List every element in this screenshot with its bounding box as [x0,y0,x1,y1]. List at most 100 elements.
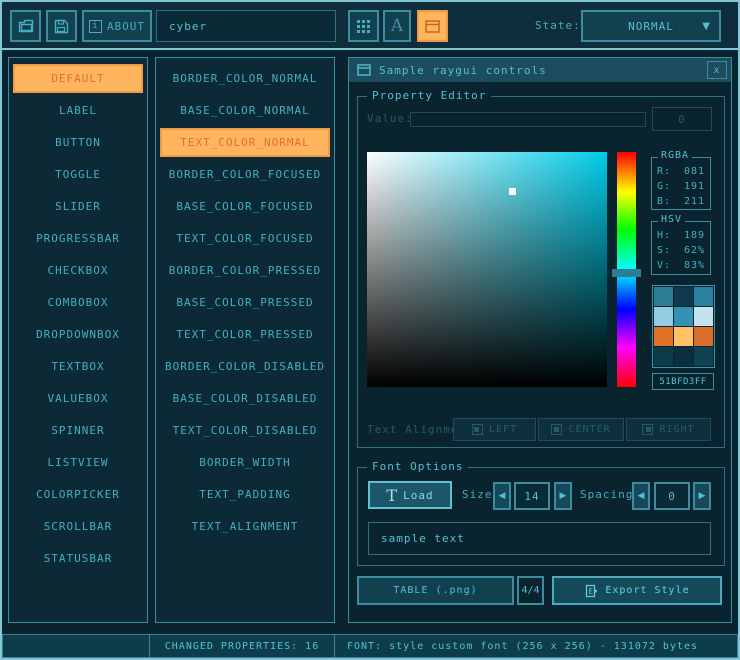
palette-swatch[interactable] [654,307,673,326]
property-item-text-alignment[interactable]: TEXT_ALIGNMENT [160,512,330,541]
color-picker-panel[interactable] [367,152,607,387]
size-decrease-button[interactable]: ◀ [493,482,511,510]
property-item-text-color-pressed[interactable]: TEXT_COLOR_PRESSED [160,320,330,349]
align-left-button[interactable]: LEFT [453,418,536,441]
val-value: 83% [684,260,705,271]
control-item-colorpicker[interactable]: COLORPICKER [13,480,143,509]
spacing-value-box[interactable]: 0 [654,482,690,510]
close-icon[interactable]: x [707,61,727,79]
window-title: Sample raygui controls [379,64,547,77]
property-item-text-padding[interactable]: TEXT_PADDING [160,480,330,509]
control-item-toggle[interactable]: TOGGLE [13,160,143,189]
align-center-icon [551,424,562,435]
control-item-valuebox[interactable]: VALUEBOX [13,384,143,413]
spacing-decrease-button[interactable]: ◀ [632,482,650,510]
control-item-slider[interactable]: SLIDER [13,192,143,221]
svg-text:E: E [589,586,595,595]
page-counter[interactable]: 4/4 [517,576,544,605]
blue-label: B: [657,196,671,207]
window-titlebar[interactable]: Sample raygui controls x [349,58,731,82]
palette-swatch[interactable] [654,347,673,366]
about-button-label: ABOUT [107,20,145,33]
control-item-listview[interactable]: LISTVIEW [13,448,143,477]
property-item-base-color-focused[interactable]: BASE_COLOR_FOCUSED [160,192,330,221]
arrow-right-icon: ▶ [560,491,567,501]
about-button[interactable]: i ABOUT [82,10,152,42]
value-button[interactable]: 0 [652,107,712,131]
control-item-progressbar[interactable]: PROGRESSBAR [13,224,143,253]
control-item-spinner[interactable]: SPINNER [13,416,143,445]
state-label: State: [535,19,581,32]
style-name-input[interactable]: cyber [156,10,336,42]
control-item-statusbar[interactable]: STATUSBAR [13,544,143,573]
hsv-group: HSV H: 189 S: 62% V: 83% [651,221,711,275]
control-item-button[interactable]: BUTTON [13,128,143,157]
value-slider[interactable] [410,112,646,127]
red-label: R: [657,166,671,177]
spacing-increase-button[interactable]: ▶ [693,482,711,510]
hue-label: H: [657,230,671,241]
align-center-button[interactable]: CENTER [538,418,624,441]
control-item-scrollbar[interactable]: SCROLLBAR [13,512,143,541]
control-item-dropdownbox[interactable]: DROPDOWNBOX [13,320,143,349]
rguistyler-window: i ABOUT cyber A State: NORMAL ▼ DEFAULT … [0,0,740,660]
property-item-text-color-normal[interactable]: TEXT_COLOR_NORMAL [160,128,330,157]
status-cell-empty [2,634,150,658]
export-style-button[interactable]: E Export Style [552,576,722,605]
control-item-checkbox[interactable]: CHECKBOX [13,256,143,285]
align-left-icon [472,424,483,435]
align-right-button[interactable]: RIGHT [626,418,711,441]
table-export-format-button[interactable]: TABLE (.png) [357,576,514,605]
hue-slider-handle[interactable] [612,269,641,277]
folder-open-icon [18,19,34,33]
align-left-label: LEFT [489,424,517,435]
property-item-border-color-disabled[interactable]: BORDER_COLOR_DISABLED [160,352,330,381]
property-item-base-color-pressed[interactable]: BASE_COLOR_PRESSED [160,288,330,317]
palette-swatch[interactable] [674,307,693,326]
state-dropdown[interactable]: NORMAL ▼ [581,10,721,42]
control-item-default[interactable]: DEFAULT [13,64,143,93]
color-picker-cursor[interactable] [509,188,516,195]
property-item-border-width[interactable]: BORDER_WIDTH [160,448,330,477]
size-value-box[interactable]: 14 [514,482,550,510]
property-item-base-color-disabled[interactable]: BASE_COLOR_DISABLED [160,384,330,413]
status-bar: CHANGED PROPERTIES: 16 FONT: style custo… [2,634,738,658]
property-item-text-color-disabled[interactable]: TEXT_COLOR_DISABLED [160,416,330,445]
style-color-palette [652,285,715,368]
control-item-textbox[interactable]: TEXTBOX [13,352,143,381]
hex-color-input[interactable]: 51BFD3FF [652,373,714,390]
font-preview-button[interactable]: A [383,10,411,42]
property-editor-group: Property Editor Value: 0 RGBA R: 081 G: … [357,96,725,448]
font-options-group: Font Options T Load Size: ◀ 14 ▶ Spacing… [357,467,725,566]
palette-swatch[interactable] [674,287,693,306]
control-item-combobox[interactable]: COMBOBOX [13,288,143,317]
font-atlas-button[interactable] [348,10,379,42]
controls-list: DEFAULT LABEL BUTTON TOGGLE SLIDER PROGR… [8,57,148,623]
property-item-base-color-normal[interactable]: BASE_COLOR_NORMAL [160,96,330,125]
palette-swatch[interactable] [694,327,713,346]
sample-text-input[interactable]: sample text [368,522,711,555]
size-increase-button[interactable]: ▶ [554,482,572,510]
property-item-border-color-normal[interactable]: BORDER_COLOR_NORMAL [160,64,330,93]
export-style-label: Export Style [605,585,689,596]
palette-swatch[interactable] [674,347,693,366]
green-label: G: [657,181,671,192]
palette-swatch[interactable] [654,287,673,306]
palette-swatch[interactable] [694,347,713,366]
property-item-border-color-focused[interactable]: BORDER_COLOR_FOCUSED [160,160,330,189]
load-font-button[interactable]: T Load [368,481,452,509]
hsv-hue-row: H: 189 [657,230,705,241]
control-item-label[interactable]: LABEL [13,96,143,125]
property-item-text-color-focused[interactable]: TEXT_COLOR_FOCUSED [160,224,330,253]
palette-swatch[interactable] [694,287,713,306]
open-file-button[interactable] [10,10,41,42]
rgba-title: RGBA [658,150,692,161]
property-item-border-color-pressed[interactable]: BORDER_COLOR_PRESSED [160,256,330,285]
save-file-button[interactable] [46,10,77,42]
table-view-button[interactable] [417,10,448,42]
rgba-green-row: G: 191 [657,181,705,192]
palette-swatch[interactable] [674,327,693,346]
palette-swatch[interactable] [654,327,673,346]
palette-swatch[interactable] [694,307,713,326]
hue-bar[interactable] [617,152,636,387]
